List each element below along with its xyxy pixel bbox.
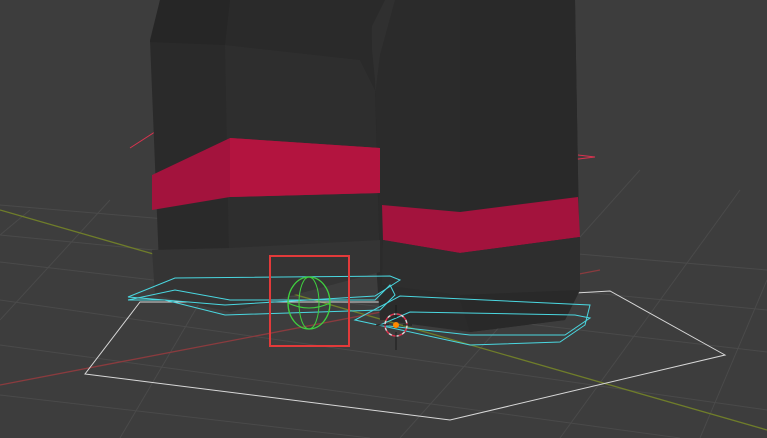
3d-viewport[interactable] [0, 0, 767, 438]
viewport-scene[interactable] [0, 0, 767, 438]
